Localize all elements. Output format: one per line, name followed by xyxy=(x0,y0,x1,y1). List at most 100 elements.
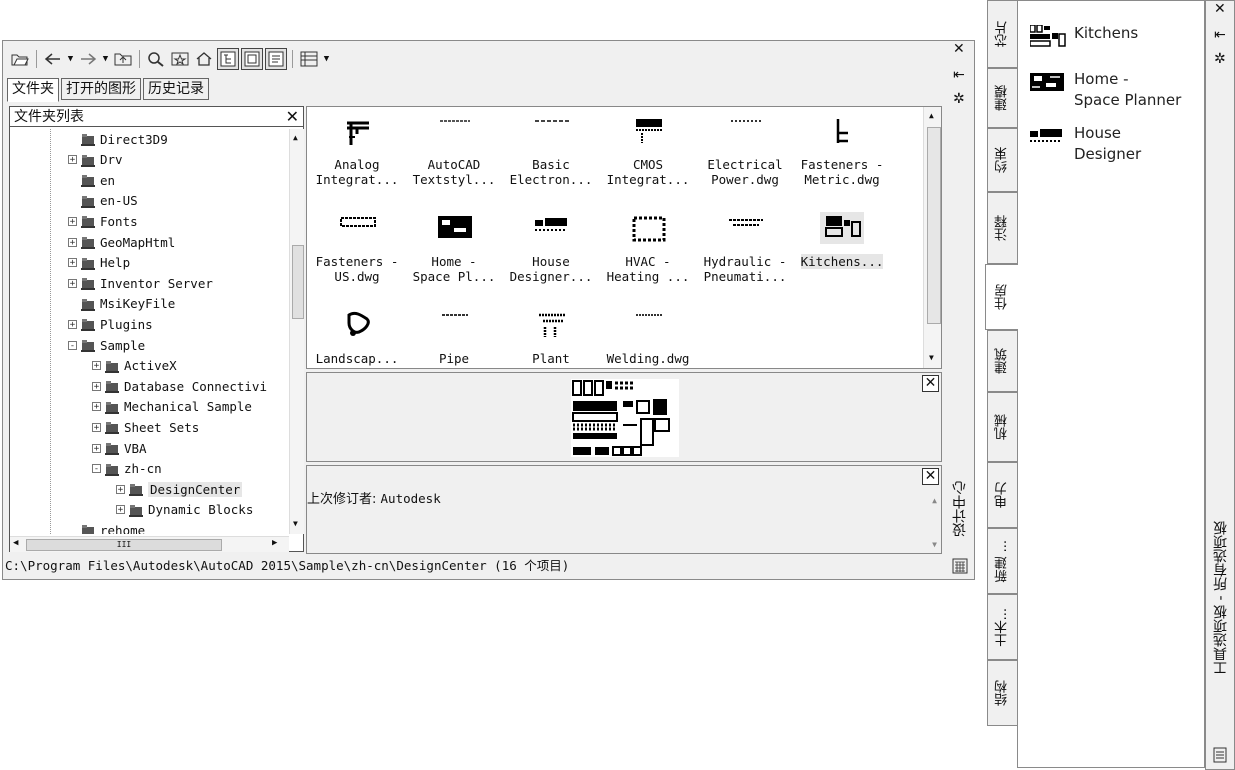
expand-icon[interactable]: + xyxy=(68,237,77,247)
scroll-right-icon[interactable]: ▶ xyxy=(272,538,277,548)
expand-icon[interactable]: + xyxy=(92,422,101,432)
scroll-down-icon[interactable]: ▼ xyxy=(932,540,937,549)
load-button[interactable] xyxy=(9,48,31,70)
tree-node[interactable]: + Plugins xyxy=(68,314,153,334)
block-file-item[interactable]: CMOS Integrat... xyxy=(600,111,696,203)
properties-icon[interactable]: ✲ xyxy=(1214,51,1226,67)
forward-dropdown-icon[interactable]: ▼ xyxy=(101,54,110,64)
autohide-icon[interactable]: ⇤ xyxy=(1214,27,1226,43)
tree-vertical-scrollbar[interactable]: ▲ ▼ xyxy=(289,129,304,534)
block-file-item[interactable]: Home - Space Pl... xyxy=(406,208,502,300)
scroll-up-icon[interactable]: ▲ xyxy=(293,133,298,142)
block-file-item[interactable]: Kitchens... xyxy=(794,208,890,300)
tree-node[interactable]: Direct3D9 xyxy=(68,129,168,149)
tree-node[interactable]: + VBA xyxy=(92,438,147,458)
palette-tab[interactable]: 芯片 xyxy=(987,0,1017,68)
properties-icon[interactable]: ✲ xyxy=(953,91,965,107)
tab-open-drawings[interactable]: 打开的图形 xyxy=(61,78,141,100)
tree-view-toggle-button[interactable] xyxy=(217,48,239,70)
scroll-up-icon[interactable]: ▲ xyxy=(932,496,937,505)
expand-icon[interactable]: + xyxy=(68,216,77,226)
palette-menu-icon[interactable] xyxy=(1213,747,1227,763)
scroll-up-icon[interactable]: ▲ xyxy=(929,111,934,120)
up-button[interactable] xyxy=(112,48,134,70)
calculator-icon[interactable] xyxy=(952,558,968,574)
tree-node[interactable]: en xyxy=(68,170,115,190)
palette-tab[interactable]: 建筑 xyxy=(987,330,1017,392)
tree-node[interactable]: + Database Connectivi xyxy=(92,376,267,396)
palette-tab[interactable]: 机械 xyxy=(987,392,1017,462)
block-file-item[interactable]: Electrical Power.dwg xyxy=(697,111,793,203)
preview-toggle-button[interactable] xyxy=(241,48,263,70)
tree-node[interactable]: + Drv xyxy=(68,150,123,170)
scroll-down-icon[interactable]: ▼ xyxy=(929,353,934,362)
block-file-item[interactable]: Landscap... xyxy=(309,305,405,368)
block-file-item[interactable]: Fasteners - Metric.dwg xyxy=(794,111,890,203)
tree-node[interactable]: + Mechanical Sample xyxy=(92,397,252,417)
back-button[interactable] xyxy=(42,48,64,70)
back-dropdown-icon[interactable]: ▼ xyxy=(66,54,75,64)
block-file-item[interactable]: Fasteners - US.dwg xyxy=(309,208,405,300)
home-button[interactable] xyxy=(193,48,215,70)
autohide-icon[interactable]: ⇤ xyxy=(953,67,965,83)
collapse-icon[interactable]: - xyxy=(68,340,77,350)
expand-icon[interactable]: + xyxy=(92,361,101,371)
close-icon[interactable]: ✕ xyxy=(286,107,299,127)
block-file-item[interactable]: Welding.dwg xyxy=(600,305,696,368)
palette-tab[interactable]: 住房 xyxy=(985,264,1018,330)
palette-tab[interactable]: 注释 xyxy=(987,192,1017,264)
palette-tab[interactable]: 土木... xyxy=(987,594,1017,660)
tab-folders[interactable]: 文件夹 xyxy=(7,78,59,102)
block-file-item[interactable]: Basic Electron... xyxy=(503,111,599,203)
tool-house-designer[interactable]: House Designer xyxy=(1030,123,1141,165)
views-dropdown-icon[interactable]: ▼ xyxy=(322,54,331,64)
tool-kitchens[interactable]: Kitchens xyxy=(1030,23,1138,47)
tree-node[interactable]: - zh-cn xyxy=(92,459,162,479)
collapse-icon[interactable]: - xyxy=(92,464,101,474)
tree-node[interactable]: - Sample xyxy=(68,335,145,355)
tree-hscroll-thumb[interactable]: III xyxy=(26,539,222,551)
tree-node[interactable]: + DesignCenter xyxy=(116,479,243,499)
scroll-left-icon[interactable]: ◀ xyxy=(13,538,18,548)
content-scroll-thumb[interactable] xyxy=(927,127,941,324)
tree-node[interactable]: + ActiveX xyxy=(92,356,177,376)
tree-node[interactable]: rehome xyxy=(68,520,145,534)
expand-icon[interactable]: + xyxy=(116,484,125,494)
expand-icon[interactable]: + xyxy=(116,505,125,515)
tree-horizontal-scrollbar[interactable]: ◀ III ▶ xyxy=(10,536,289,552)
tool-home-space-planner[interactable]: Home - Space Planner xyxy=(1030,69,1181,111)
palette-tab[interactable]: 约束 xyxy=(987,128,1017,192)
close-icon[interactable]: ✕ xyxy=(1214,1,1226,17)
tree-node[interactable]: + Fonts xyxy=(68,211,138,231)
tree-node[interactable]: + Inventor Server xyxy=(68,273,213,293)
block-file-item[interactable]: PipeFitti... xyxy=(406,305,502,368)
tree-node[interactable]: en-US xyxy=(68,191,138,211)
expand-icon[interactable]: + xyxy=(68,278,77,288)
block-file-item[interactable]: Hydraulic - Pneumati... xyxy=(697,208,793,300)
expand-icon[interactable]: + xyxy=(92,381,101,391)
close-icon[interactable]: ✕ xyxy=(953,41,965,57)
palette-tab[interactable]: 新建 ... xyxy=(987,528,1017,594)
tree-node[interactable]: + Help xyxy=(68,253,130,273)
tab-history[interactable]: 历史记录 xyxy=(143,78,209,100)
tree-scroll-thumb[interactable] xyxy=(292,245,304,319)
expand-icon[interactable]: + xyxy=(68,155,77,165)
expand-icon[interactable]: + xyxy=(92,402,101,412)
scroll-down-icon[interactable]: ▼ xyxy=(293,519,298,528)
close-description-button[interactable]: ✕ xyxy=(922,468,939,485)
palette-tab[interactable]: 建模 xyxy=(987,68,1017,128)
palette-tab[interactable]: 结构 xyxy=(987,660,1017,726)
description-toggle-button[interactable] xyxy=(265,48,287,70)
block-file-item[interactable]: HVAC - Heating ... xyxy=(600,208,696,300)
block-file-item[interactable]: Analog Integrat... xyxy=(309,111,405,203)
favorites-button[interactable] xyxy=(169,48,191,70)
content-vertical-scrollbar[interactable]: ▲ ▼ xyxy=(923,107,941,368)
tree-node[interactable]: + GeoMapHtml xyxy=(68,232,175,252)
palette-tab[interactable]: 电力 xyxy=(987,462,1017,528)
expand-icon[interactable]: + xyxy=(92,443,101,453)
tree-node[interactable]: MsiKeyFile xyxy=(68,294,175,314)
block-file-item[interactable]: PlantProcess... xyxy=(503,305,599,368)
block-file-item[interactable]: House Designer... xyxy=(503,208,599,300)
expand-icon[interactable]: + xyxy=(68,319,77,329)
block-file-item[interactable]: AutoCAD Textstyl... xyxy=(406,111,502,203)
